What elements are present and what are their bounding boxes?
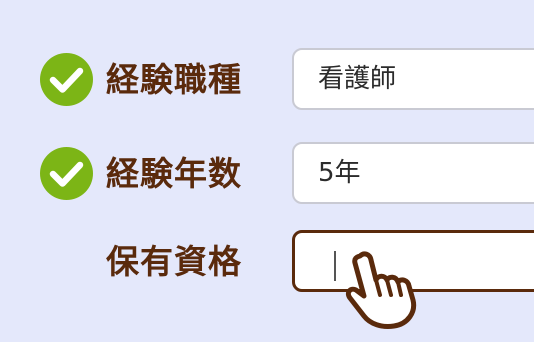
job-type-field[interactable]: 看護師 [292, 48, 534, 110]
form-row-job-type: 経験職種 看護師 [0, 48, 534, 112]
hand-pointer-icon [345, 251, 417, 329]
check-icon [40, 147, 93, 200]
text-caret [334, 251, 336, 281]
qualifications-label: 保有資格 [106, 242, 242, 281]
experience-years-label: 経験年数 [106, 154, 242, 193]
form-row-qualifications: 保有資格 [0, 230, 534, 294]
experience-years-field[interactable]: 5年 [292, 142, 534, 204]
job-type-label: 経験職種 [106, 60, 242, 99]
form-row-experience-years: 経験年数 5年 [0, 142, 534, 206]
check-icon [40, 53, 93, 106]
